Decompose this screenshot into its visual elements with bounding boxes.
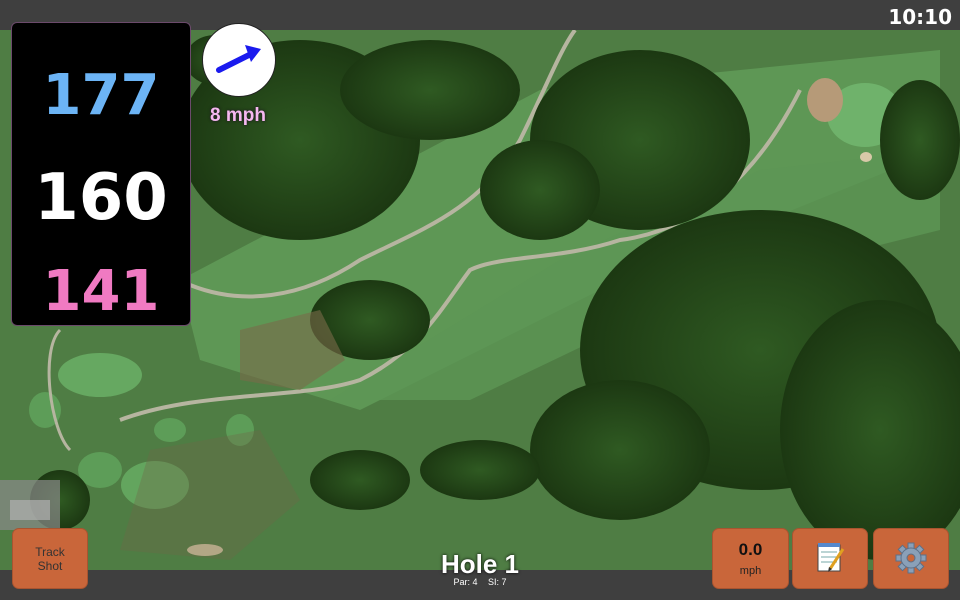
hole-info: Par: 4 SI: 7	[400, 577, 560, 587]
gear-icon	[895, 542, 927, 574]
middle-distance: 160	[34, 161, 168, 235]
hole-par: Par: 4	[453, 577, 478, 587]
wind-arrow-icon	[216, 45, 261, 73]
hole-stroke-index: SI: 7	[488, 577, 507, 587]
notes-button[interactable]	[792, 528, 868, 589]
front-distance: 141	[42, 259, 160, 324]
notepad-icon	[817, 543, 845, 572]
settings-button[interactable]	[873, 528, 949, 589]
wind-indicator	[202, 23, 276, 97]
speed-button[interactable]: 0.0 mph	[712, 528, 789, 589]
track-shot-button[interactable]: Track Shot	[12, 528, 88, 589]
hole-title: Hole 1	[440, 549, 520, 579]
distance-panel: 177 160 141	[11, 22, 191, 326]
back-distance: 177	[42, 63, 160, 128]
speed-value: 0.0	[738, 540, 763, 559]
track-shot-label: Track Shot	[35, 545, 65, 573]
clock: 10:10	[888, 5, 952, 29]
wind-speed: 8 mph	[210, 105, 266, 126]
speed-unit: mph	[739, 565, 762, 577]
